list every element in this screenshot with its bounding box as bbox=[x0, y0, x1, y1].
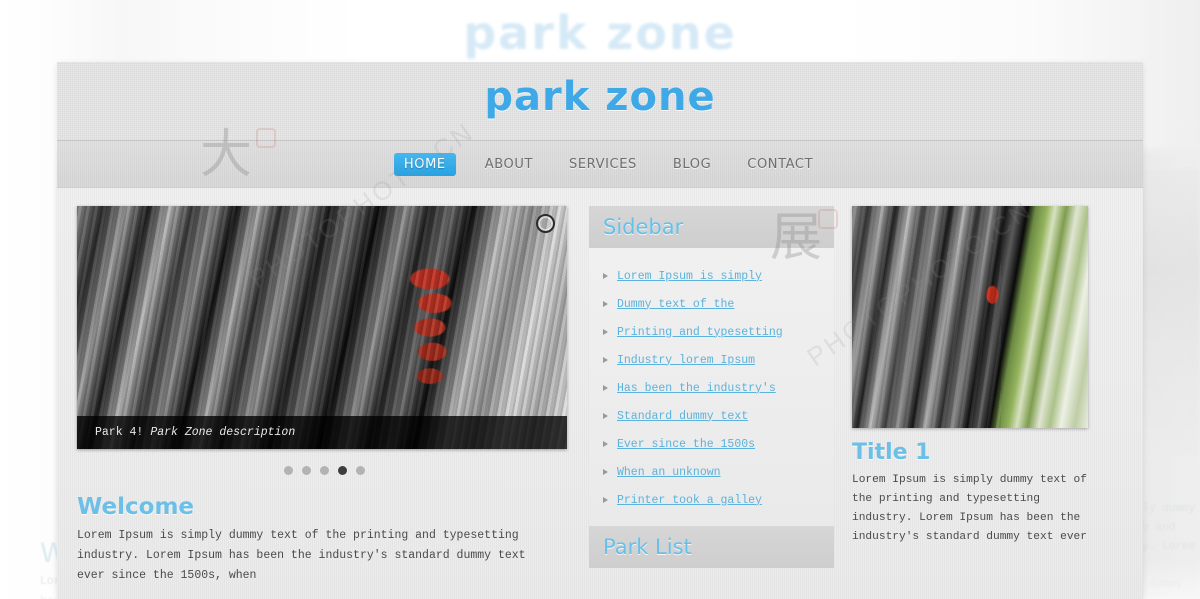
site-logo-text[interactable]: park zone bbox=[57, 74, 1143, 120]
nav-item-about[interactable]: ABOUT bbox=[478, 153, 540, 176]
triangle-bullet-icon bbox=[603, 357, 608, 363]
park-list-title: Park List bbox=[603, 535, 692, 559]
sidebar-panel-header: Sidebar bbox=[589, 206, 834, 248]
sidebar-link[interactable]: Lorem Ipsum is simply bbox=[617, 270, 762, 283]
sidebar-list-item[interactable]: Printing and typesetting bbox=[589, 318, 834, 346]
right-column-heading: Title 1 bbox=[852, 440, 931, 465]
nav-item-home[interactable]: HOME bbox=[393, 152, 456, 176]
welcome-body-text: Lorem Ipsum is simply dummy text of the … bbox=[77, 529, 526, 582]
sidebar-link-list: Lorem Ipsum is simply Dummy text of the … bbox=[589, 262, 834, 514]
sidebar-list-item[interactable]: Ever since the 1500s bbox=[589, 430, 834, 458]
sidebar-link[interactable]: Printer took a galley bbox=[617, 494, 762, 507]
sidebar-link[interactable]: Has been the industry's bbox=[617, 382, 776, 395]
slider-dot-1[interactable] bbox=[283, 466, 293, 475]
park-list-panel-header: Park List bbox=[589, 526, 834, 568]
sidebar-link[interactable]: Industry lorem Ipsum bbox=[617, 354, 755, 367]
triangle-bullet-icon bbox=[603, 413, 608, 419]
sidebar-list-item[interactable]: When an unknown bbox=[589, 458, 834, 486]
sidebar-link[interactable]: Standard dummy text bbox=[617, 410, 748, 423]
sidebar-link[interactable]: Ever since the 1500s bbox=[617, 438, 755, 451]
slider-photo bbox=[77, 206, 567, 449]
tree-bark-with-ladybug-photo bbox=[852, 206, 1088, 428]
main-column: Park 4! Park Zone description Welcome Lo… bbox=[77, 206, 571, 599]
sidebar-column: Sidebar Lorem Ipsum is simply Dummy text… bbox=[589, 206, 834, 599]
slider-caption: Park 4! Park Zone description bbox=[77, 416, 567, 449]
slider-dot-4[interactable] bbox=[337, 466, 347, 475]
site-container: park zone HOME ABOUT SERVICES BLOG CONTA… bbox=[57, 62, 1143, 599]
slider-dot-3[interactable] bbox=[319, 466, 329, 475]
slider-dot-5[interactable] bbox=[355, 466, 365, 475]
triangle-bullet-icon bbox=[603, 385, 608, 391]
sidebar-list-item[interactable]: Dummy text of the bbox=[589, 290, 834, 318]
sidebar-list-item[interactable]: Lorem Ipsum is simply bbox=[589, 262, 834, 290]
triangle-bullet-icon bbox=[603, 273, 608, 279]
triangle-bullet-icon bbox=[603, 469, 608, 475]
nav-item-services[interactable]: SERVICES bbox=[562, 153, 644, 176]
slider-caption-title: Park 4! bbox=[95, 426, 144, 439]
nav-list: HOME ABOUT SERVICES BLOG CONTACT bbox=[393, 152, 820, 176]
right-column-body-text: Lorem Ipsum is simply dummy text of the … bbox=[852, 474, 1087, 543]
sidebar-link[interactable]: Dummy text of the bbox=[617, 298, 734, 311]
triangle-bullet-icon bbox=[603, 301, 608, 307]
triangle-bullet-icon bbox=[603, 329, 608, 335]
slider-pagination bbox=[77, 466, 571, 475]
circle-ring-icon[interactable] bbox=[536, 214, 555, 233]
sidebar-list-item[interactable]: Industry lorem Ipsum bbox=[589, 346, 834, 374]
triangle-bullet-icon bbox=[603, 441, 608, 447]
sidebar-link[interactable]: Printing and typesetting bbox=[617, 326, 783, 339]
site-header: park zone bbox=[57, 62, 1143, 140]
right-column: Title 1 Lorem Ipsum is simply dummy text… bbox=[852, 206, 1122, 599]
slider-caption-description: Park Zone description bbox=[150, 426, 296, 439]
nav-item-contact[interactable]: CONTACT bbox=[740, 153, 820, 176]
sidebar-list-item[interactable]: Standard dummy text bbox=[589, 402, 834, 430]
triangle-bullet-icon bbox=[603, 497, 608, 503]
sidebar-panel-body: Lorem Ipsum is simply Dummy text of the … bbox=[589, 248, 834, 526]
welcome-heading: Welcome bbox=[77, 494, 195, 520]
sidebar-link[interactable]: When an unknown bbox=[617, 466, 721, 479]
nav-item-blog[interactable]: BLOG bbox=[666, 153, 718, 176]
sidebar-title: Sidebar bbox=[603, 215, 684, 239]
ghost-brand-title: park zone bbox=[463, 6, 737, 60]
sidebar-list-item[interactable]: Has been the industry's bbox=[589, 374, 834, 402]
main-navigation: HOME ABOUT SERVICES BLOG CONTACT bbox=[57, 140, 1143, 188]
image-slider[interactable]: Park 4! Park Zone description bbox=[77, 206, 567, 449]
ghost-right-photo bbox=[1140, 168, 1200, 458]
slider-dot-2[interactable] bbox=[301, 466, 311, 475]
sidebar-list-item[interactable]: Printer took a galley bbox=[589, 486, 834, 514]
content-area: Park 4! Park Zone description Welcome Lo… bbox=[57, 188, 1143, 599]
